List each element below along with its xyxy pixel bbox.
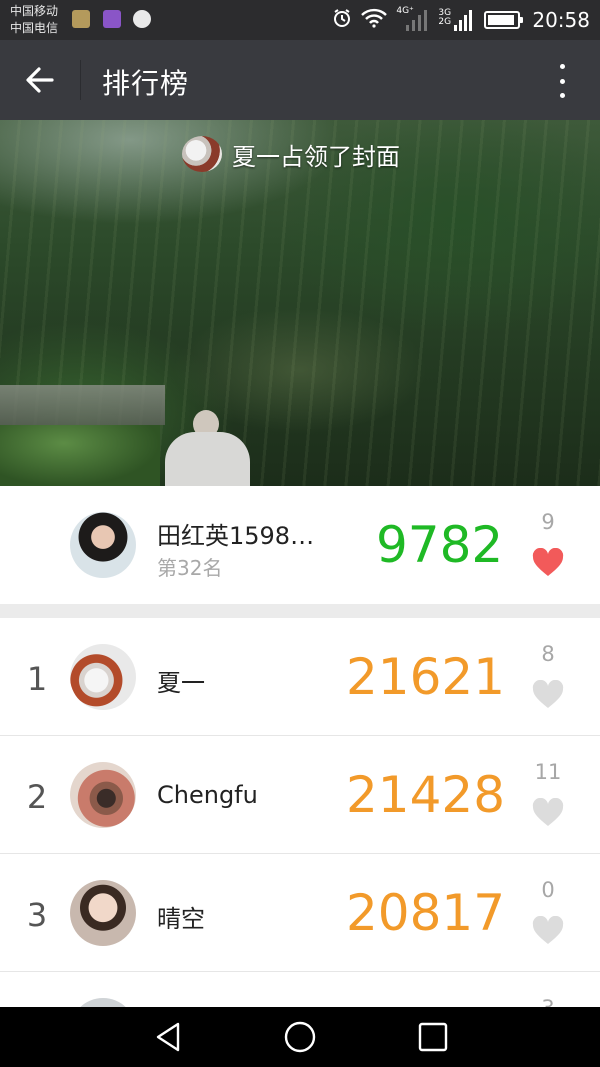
my-rank-position: 第32名 [157,556,223,580]
app-bar: 排行榜 [0,40,600,120]
heart-icon[interactable] [532,916,564,946]
my-step-count: 9782 [376,516,504,574]
cover-image[interactable]: 夏一占领了封面 [0,120,600,486]
wifi-icon [360,8,388,33]
cover-owner-avatar [182,136,222,172]
like-count: 11 [534,760,562,784]
alarm-icon [332,8,352,33]
my-rank-card[interactable]: 田红英1598… 第32名 9782 9 [0,486,600,604]
back-button[interactable] [22,62,58,98]
rank-number: 3 [26,896,48,934]
carrier-1: 中国移动 [10,4,59,18]
my-like-count: 9 [541,510,555,534]
carrier-labels: 中国移动 中国电信 [10,3,58,37]
avatar[interactable] [70,644,136,710]
notification-app-icon-2 [103,10,121,28]
table-row[interactable]: 2 Chengfu 21428 11 [0,736,600,854]
avatar[interactable] [70,880,136,946]
table-row[interactable]: 1 夏一 21621 8 [0,618,600,736]
table-row[interactable]: 3 晴空 20817 0 [0,854,600,972]
section-gap [0,604,600,618]
qq-icon [133,10,151,28]
heart-icon[interactable] [532,680,564,710]
user-name: Chengfu [157,781,258,809]
signal-2-icon: 3G 2G [438,7,476,33]
heart-icon[interactable] [532,548,564,578]
system-nav-bar [0,1007,600,1067]
step-count: 21621 [346,648,506,706]
rank-number: 1 [26,660,48,698]
list-item-partial[interactable]: 3 [0,972,600,1007]
more-menu-button[interactable] [558,64,566,98]
user-name: 晴空 [157,905,205,933]
avatar[interactable] [70,512,136,578]
user-name: 夏一 [157,669,205,697]
app-bar-divider [80,60,81,100]
cover-caption: 夏一占领了封面 [182,136,400,172]
recents-square-icon[interactable] [415,1019,451,1055]
back-triangle-icon[interactable] [150,1019,186,1055]
status-bar: 中国移动 中国电信 4G⁺ 3G 2G 20:58 [0,0,600,40]
my-name: 田红英1598… [157,522,315,550]
rank-number: 2 [26,778,48,816]
like-count: 0 [541,878,555,902]
home-circle-icon[interactable] [282,1019,318,1055]
cover-caption-text: 夏一占领了封面 [232,142,400,171]
like-count: 3 [528,996,568,1007]
like-count: 8 [541,642,555,666]
notification-app-icon-1 [72,10,90,28]
step-count: 21428 [346,766,506,824]
avatar[interactable] [70,762,136,828]
signal-1-icon: 4G⁺ [396,7,430,33]
page-title: 排行榜 [102,67,190,100]
battery-icon [484,11,524,29]
avatar[interactable] [70,998,136,1007]
step-count: 20817 [346,884,506,942]
arrow-left-icon [26,67,54,93]
more-vertical-icon [559,64,565,69]
carrier-2: 中国电信 [10,21,59,35]
heart-icon[interactable] [532,798,564,828]
clock: 20:58 [532,8,590,32]
cover-person [165,410,250,486]
